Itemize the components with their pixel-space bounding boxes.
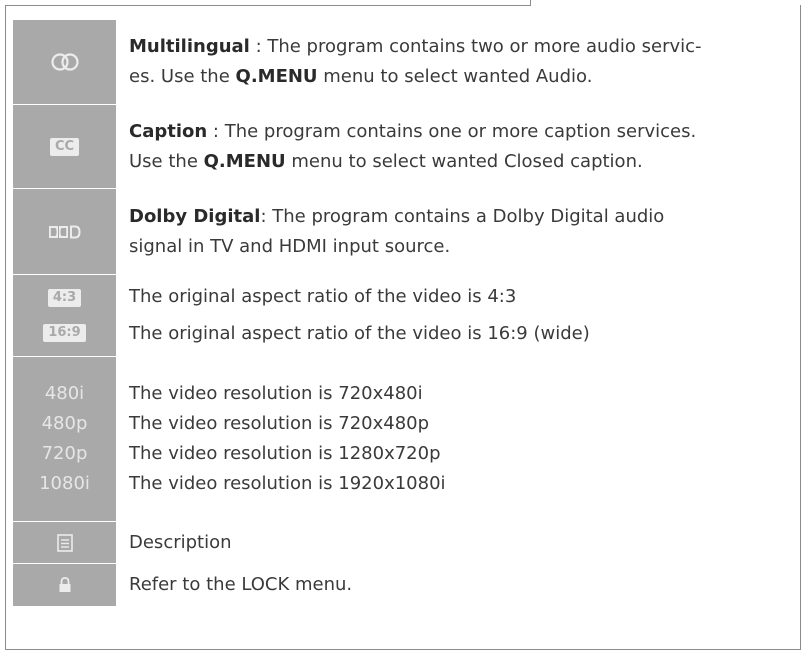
resolution-480p-icon: 480p bbox=[41, 413, 88, 434]
lock-text: Refer to the LOCK menu. bbox=[129, 574, 353, 595]
description-icon-cell bbox=[13, 522, 116, 563]
multilingual-qmenu: Q.MENU bbox=[235, 66, 318, 87]
resolution-description: The video resolution is 720x480i The vid… bbox=[116, 357, 796, 521]
aspect-description: The original aspect ratio of the video i… bbox=[116, 275, 796, 356]
caption-description: Caption : The program contains one or mo… bbox=[116, 105, 796, 188]
dolby-line-1: Dolby Digital: The program contains a Do… bbox=[129, 202, 796, 232]
row-lock: Refer to the LOCK menu. bbox=[13, 564, 796, 606]
resolution-480i-text: The video resolution is 720x480i bbox=[129, 383, 423, 404]
multilingual-description: Multilingual : The program contains two … bbox=[116, 20, 796, 104]
caption-line-1: Caption : The program contains one or mo… bbox=[129, 117, 796, 147]
aspect-16-9-icon: 16:9 bbox=[43, 323, 86, 342]
resolution-480i-icon: 480i bbox=[44, 383, 85, 404]
caption-text-1: : The program contains one or more capti… bbox=[207, 120, 697, 142]
row-description: Description bbox=[13, 522, 796, 564]
multilingual-text-2: es. Use the bbox=[129, 66, 236, 87]
aspect-4-3-icon: 4:3 bbox=[47, 289, 82, 308]
multilingual-text-3: menu to select wanted Audio. bbox=[317, 66, 593, 87]
dolby-text-1: : The program contains a Dolby Digital a… bbox=[260, 205, 665, 227]
multilingual-line-2: es. Use the Q.MENU menu to select wanted… bbox=[129, 62, 796, 92]
caption-line-2: Use the Q.MENU menu to select wanted Clo… bbox=[129, 147, 796, 177]
cc-icon: CC bbox=[49, 137, 80, 156]
resolution-480p-text: The video resolution is 720x480p bbox=[129, 413, 430, 434]
resolution-720p-text: The video resolution is 1280x720p bbox=[129, 443, 441, 464]
dolby-digital-icon bbox=[48, 225, 81, 238]
multilingual-text-1: : The program contains two or more audio… bbox=[249, 36, 702, 57]
dolby-description: Dolby Digital: The program contains a Do… bbox=[116, 189, 796, 274]
dolby-icon-cell bbox=[13, 189, 116, 274]
resolution-720p-icon: 720p bbox=[41, 443, 88, 464]
multilingual-line-1: Multilingual : The program contains two … bbox=[129, 32, 796, 62]
dolby-term: Dolby Digital bbox=[129, 205, 261, 227]
padlock-icon bbox=[59, 577, 70, 592]
caption-qmenu: Q.MENU bbox=[203, 150, 286, 172]
aspect-4-3-text: The original aspect ratio of the video i… bbox=[129, 286, 517, 308]
row-caption: CC Caption : The program contains one or… bbox=[13, 105, 796, 189]
aspect-icon-cell: 4:3 16:9 bbox=[13, 275, 116, 356]
aspect-16-9-text: The original aspect ratio of the video i… bbox=[129, 322, 590, 344]
caption-icon-cell: CC bbox=[13, 105, 116, 188]
caption-text-3: menu to select wanted Closed caption. bbox=[285, 150, 643, 172]
resolution-1080i-text: The video resolution is 1920x1080i bbox=[129, 473, 446, 494]
double-circle-icon bbox=[50, 53, 79, 71]
row-resolution: 480i 480p 720p 1080i The video resolutio… bbox=[13, 357, 796, 522]
caption-term: Caption bbox=[129, 120, 208, 142]
multilingual-icon-cell bbox=[13, 20, 116, 104]
dolby-line-2: signal in TV and HDMI input source. bbox=[129, 235, 451, 257]
document-lines-icon bbox=[56, 533, 73, 552]
multilingual-term: Multilingual bbox=[129, 36, 250, 57]
caption-text-2: Use the bbox=[129, 150, 204, 172]
row-dolby: Dolby Digital: The program contains a Do… bbox=[13, 189, 796, 275]
resolution-icon-cell: 480i 480p 720p 1080i bbox=[13, 357, 116, 521]
icon-legend-table: Multilingual : The program contains two … bbox=[13, 20, 796, 606]
row-aspect-ratio: 4:3 16:9 The original aspect ratio of th… bbox=[13, 275, 796, 357]
description-text: Description bbox=[129, 531, 232, 553]
row-multilingual: Multilingual : The program contains two … bbox=[13, 20, 796, 105]
resolution-1080i-icon: 1080i bbox=[39, 473, 90, 494]
lock-icon-cell bbox=[13, 564, 116, 606]
